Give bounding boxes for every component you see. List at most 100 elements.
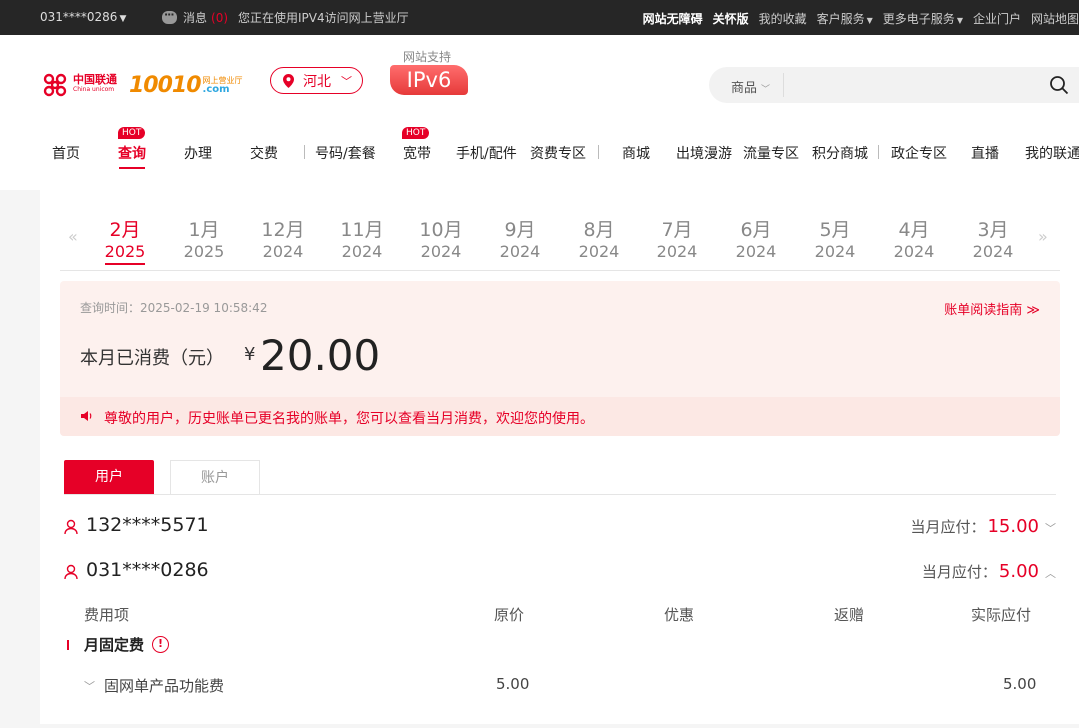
hot-badge: HOT: [402, 127, 430, 139]
message-icon: [162, 8, 177, 24]
month-tab[interactable]: 3月 2024: [963, 219, 1023, 263]
tab-account[interactable]: 账户: [170, 460, 260, 494]
online-hall-com: .com: [202, 84, 230, 95]
tab-user[interactable]: 用户: [64, 460, 154, 494]
header-actual: 实际应付: [971, 606, 1032, 624]
chevron-up-icon[interactable]: ︿: [1045, 565, 1056, 581]
brand-text: 中国联通 China unicom: [73, 74, 117, 95]
fee-category: 月固定费 !: [67, 634, 170, 655]
category-marker: [67, 639, 69, 650]
main-nav: 首页 查询 HOT 办理 交费 号码/套餐 宽带 HOT 手机/配件 资费专区 …: [0, 127, 1079, 175]
year-label: 2024: [341, 242, 383, 261]
nav-divider: [304, 145, 305, 159]
month-label: 2月: [109, 219, 141, 241]
ipv4-notice: 您正在使用IPV4访问网上营业厅: [238, 11, 409, 25]
nav-item-broadband[interactable]: 宽带: [403, 143, 431, 163]
nav-item-points-mall[interactable]: 积分商城: [812, 143, 868, 163]
more-services-menu[interactable]: 更多电子服务 ▼: [883, 10, 963, 27]
favorites-link[interactable]: 我的收藏: [759, 10, 807, 27]
monthly-summary: 查询时间：2025-02-19 10:58:42 账单阅读指南 ≫ 本月已消费（…: [60, 281, 1060, 436]
nav-item-data[interactable]: 流量专区: [743, 143, 799, 163]
month-label: 3月: [977, 219, 1009, 241]
month-tab[interactable]: 10月 2024: [411, 219, 471, 263]
enterprise-portal-link[interactable]: 企业门户: [973, 10, 1021, 27]
header-rebate: 返赠: [834, 606, 865, 624]
month-tab[interactable]: 2月 2025: [95, 219, 155, 265]
ipv6-badge: 网站支持 IPv6: [383, 48, 473, 98]
month-label: 9月: [504, 219, 536, 241]
nav-item-my-unicom[interactable]: 我的联通: [1025, 143, 1079, 163]
hot-badge: HOT: [118, 127, 146, 139]
header-fee-item: 费用项: [84, 606, 130, 624]
account-selector[interactable]: 031****0286 ▼: [40, 10, 126, 24]
due-label: 当月应付：: [921, 563, 997, 581]
category-title: 月固定费: [84, 636, 145, 654]
month-label: 6月: [740, 219, 772, 241]
month-label: 12月: [261, 219, 305, 241]
year-label: 2025: [104, 242, 146, 261]
account-number: 031****0286: [40, 10, 118, 24]
care-version-link[interactable]: 关怀版: [713, 10, 749, 27]
month-tab[interactable]: 9月 2024: [490, 219, 550, 263]
chevron-down-icon[interactable]: ﹀: [84, 678, 95, 694]
month-label: 8月: [583, 219, 615, 241]
nav-item-handle[interactable]: 办理: [184, 143, 212, 163]
customer-service-menu[interactable]: 客户服务 ▼: [817, 10, 873, 27]
accessibility-link[interactable]: 网站无障碍: [643, 10, 703, 27]
chevron-down-icon: ﹀: [341, 74, 352, 88]
due-amount: 当月应付： 15.00 ﹀: [910, 516, 1056, 537]
year-label: 2024: [578, 242, 620, 261]
chevron-left-icon[interactable]: «: [68, 227, 78, 246]
month-tab[interactable]: 4月 2024: [884, 219, 944, 263]
chevron-down-icon[interactable]: ﹀: [1045, 520, 1056, 536]
due-amount: 当月应付： 5.00 ︿: [922, 561, 1056, 582]
nav-item-number-plan[interactable]: 号码/套餐: [315, 143, 376, 163]
bill-guide-link[interactable]: 账单阅读指南 ≫: [944, 299, 1040, 318]
nav-item-pay[interactable]: 交费: [250, 143, 278, 163]
message-link[interactable]: 消息 (0) 您正在使用IPV4访问网上营业厅: [162, 8, 409, 26]
chevron-right-icon[interactable]: »: [1038, 227, 1048, 246]
nav-item-mall[interactable]: 商城: [622, 143, 650, 163]
nav-item-roaming[interactable]: 出境漫游: [676, 143, 732, 163]
due-label: 当月应付：: [910, 518, 986, 536]
speaker-icon: [81, 411, 92, 421]
phone-line-row[interactable]: 132****5571 当月应付： 15.00 ﹀: [64, 512, 1056, 542]
caret-down-icon: ▼: [866, 16, 873, 25]
info-icon[interactable]: !: [152, 636, 170, 653]
ipv6-support-text: 网站支持: [403, 50, 452, 64]
nav-item-query[interactable]: 查询: [118, 143, 146, 163]
nav-item-enterprise[interactable]: 政企专区: [891, 143, 947, 163]
nav-item-home[interactable]: 首页: [52, 143, 80, 163]
consumed-label: 本月已消费（元）: [80, 348, 224, 369]
month-label: 10月: [419, 219, 463, 241]
month-label: 5月: [819, 219, 851, 241]
region-selector[interactable]: 河北 ﹀: [270, 67, 363, 94]
month-tab[interactable]: 1月 2025: [174, 219, 234, 263]
user-icon: [64, 519, 78, 535]
fee-actual: 5.00: [1003, 675, 1037, 693]
month-tab[interactable]: 6月 2024: [726, 219, 786, 263]
month-tab[interactable]: 12月 2024: [253, 219, 313, 263]
nav-item-tariff[interactable]: 资费专区: [530, 143, 586, 163]
month-tab[interactable]: 5月 2024: [805, 219, 865, 263]
chevron-down-icon: ﹀: [761, 85, 771, 95]
china-unicom-logo[interactable]: 中国联通 China unicom 10010 网上营业厅 .com: [40, 71, 243, 99]
year-label: 2024: [893, 242, 935, 261]
month-tab[interactable]: 11月 2024: [332, 219, 392, 263]
search-category-dropdown[interactable]: 商品 ﹀: [731, 77, 770, 96]
unicom-knot-icon: [40, 71, 70, 99]
nav-item-phone[interactable]: 手机/配件: [456, 143, 517, 163]
notice-text: 尊敬的用户，历史账单已更名我的账单，您可以查看当月消费，欢迎您的使用。: [104, 411, 594, 427]
top-bar: 031****0286▼ 消息 (0) 您正在使用IPV4访问网上营业厅 网站无…: [0, 0, 1079, 35]
nav-item-live[interactable]: 直播: [971, 143, 999, 163]
month-tab[interactable]: 7月 2024: [647, 219, 707, 263]
region-name: 河北: [303, 73, 331, 90]
sitemap-link[interactable]: 网站地图: [1031, 10, 1079, 27]
month-label: 4月: [898, 219, 930, 241]
phone-line-row[interactable]: 031****0286 当月应付： 5.00 ︿: [64, 557, 1056, 587]
search-icon[interactable]: [1049, 75, 1069, 95]
user-icon: [64, 564, 78, 580]
month-tab[interactable]: 8月 2024: [569, 219, 629, 263]
year-label: 2024: [262, 242, 304, 261]
due-value: 15.00: [987, 516, 1039, 537]
